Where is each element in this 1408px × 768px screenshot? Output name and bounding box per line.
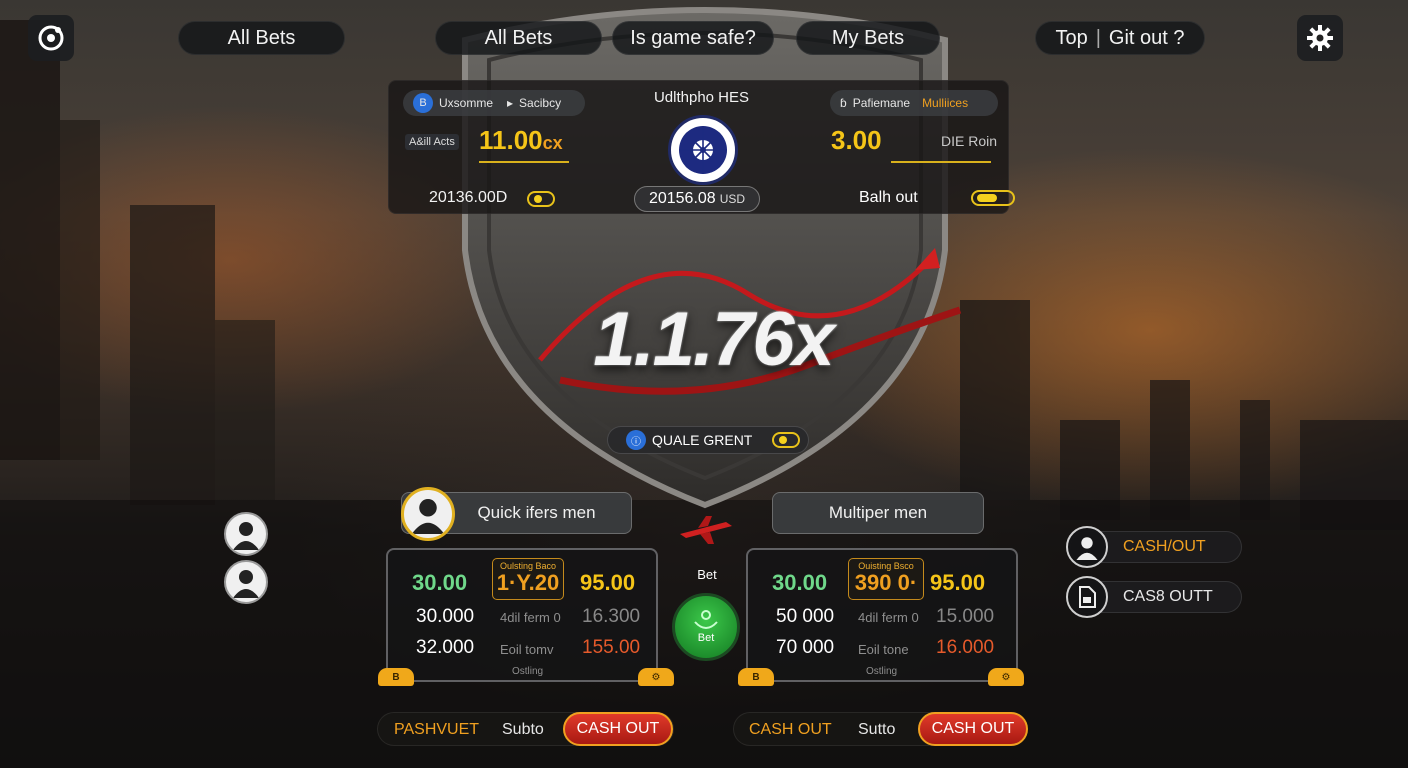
user-small-icon: ɓ [840, 96, 847, 110]
left-card-tag-value: 1·Y.20 [496, 570, 560, 595]
left-pill-b: Sacibcy [519, 96, 562, 110]
ashoka-chakra-icon [668, 115, 738, 185]
nav-all-bets-1[interactable]: All Bets [178, 21, 345, 55]
left-row1-b: 95.00 [580, 570, 636, 595]
coin-stack-icon: ⚙ [988, 668, 1024, 686]
nav-top-gitout[interactable]: Top | Git out ? [1035, 21, 1205, 55]
left-card-avatar [401, 487, 455, 541]
right-pill-b: Mulliices [922, 96, 969, 110]
right-pill-a: Pafiemane [852, 96, 911, 110]
right-row3-a: 70 000 [776, 637, 835, 658]
bet-button-label: Bet [697, 632, 715, 644]
left-row1-a: 30.00 [412, 570, 468, 595]
bottom-left-auto[interactable]: Subto [502, 721, 544, 739]
coin-stack-icon: ⚙ [638, 668, 674, 686]
current-multiplier: 1.1.76x [593, 297, 835, 382]
left-multiplier: 11.00cx [479, 125, 563, 156]
plane-icon [680, 516, 732, 544]
right-row3-b: 16.000 [936, 637, 995, 658]
left-row3-b: 155.00 [582, 637, 641, 658]
nav-is-game-safe[interactable]: Is game safe? [612, 21, 774, 55]
left-row2-b: 16.300 [582, 606, 641, 627]
right-row2-b: 15.000 [936, 606, 995, 627]
user-icon [1076, 537, 1098, 560]
left-bet-card: Oulsting Baco 1·Y.20 30.00 95.00 30.000 … [386, 548, 658, 682]
bottom-right-label: CASH OUT [749, 721, 832, 738]
app-logo-button[interactable] [28, 15, 74, 61]
target-icon [38, 25, 64, 51]
player-avatar-2[interactable] [224, 560, 268, 604]
quale-grent-label: QUALE GRENT [652, 432, 753, 448]
right-label: DIE Roin [941, 133, 998, 149]
player-avatar-1[interactable] [224, 512, 268, 556]
side-document-circle [1066, 576, 1108, 618]
right-card-header[interactable]: Multiper men [772, 492, 984, 534]
left-amount: 20136.00D [429, 189, 508, 206]
right-card-footer: Ostling [866, 666, 898, 677]
bet-label: Bet [697, 567, 717, 582]
left-row2-mid: 4dil ferm 0 [500, 610, 561, 625]
center-amount: 20156.08 [648, 190, 716, 207]
left-card-tag: Oulsting Baco 1·Y.20 [492, 558, 564, 600]
quale-grent-toggle[interactable] [772, 432, 801, 448]
right-toggle-label: Balh out [859, 189, 918, 206]
nav-top-label: Top [1055, 26, 1088, 49]
left-multiplier-value: 11.00 [479, 125, 543, 155]
right-row1-a: 30.00 [772, 570, 828, 595]
side-avatar [1066, 526, 1108, 568]
shield-small-icon: B [413, 93, 433, 113]
right-toggle[interactable] [971, 190, 1016, 206]
bottom-right-auto[interactable]: Sutto [858, 721, 895, 739]
coin-stack-icon: B [378, 668, 414, 686]
user-icon [233, 570, 259, 598]
right-row1-b: 95.00 [930, 570, 986, 595]
shield-small-icon: ⓘ [626, 430, 646, 450]
left-toggle[interactable] [527, 191, 555, 207]
center-title: Udlthpho HES [653, 89, 750, 106]
bottom-left-cash-out-button[interactable]: CASH OUT [563, 712, 673, 746]
nav-divider: | [1095, 26, 1101, 49]
center-currency: USD [719, 192, 746, 206]
right-row2-a: 50 000 [776, 606, 835, 627]
right-underline [891, 161, 991, 163]
left-label: A&ill Acts [405, 134, 459, 150]
center-balance: 20156.08 USD [634, 186, 760, 212]
right-value: 3.00 [831, 125, 882, 155]
right-card-tag: Ouisting Bsco 390 0· [848, 558, 924, 600]
gear-icon [1307, 25, 1333, 51]
nav-my-bets[interactable]: My Bets [796, 21, 940, 55]
left-pill-a: Uxsomme [439, 96, 494, 110]
user-icon [233, 522, 259, 550]
right-bet-card: Ouisting Bsco 390 0· 30.00 95.00 50 000 … [746, 548, 1018, 682]
joystick-icon [694, 610, 718, 629]
left-multiplier-suffix: cx [542, 133, 563, 153]
user-icon [411, 499, 445, 534]
nav-git-out-label: Git out ? [1108, 26, 1185, 49]
nav-all-bets-2[interactable]: All Bets [435, 21, 602, 55]
coin-stack-icon: B [738, 668, 774, 686]
bottom-left-label: PASHVUET [394, 721, 480, 738]
quale-grent-pill[interactable]: ⓘ QUALE GRENT [607, 426, 809, 454]
right-row2-mid: 4dil ferm 0 [858, 610, 919, 625]
left-row3-a: 32.000 [416, 637, 475, 658]
right-pill[interactable]: ɓ Pafiemane Mulliices [830, 90, 998, 116]
left-pill[interactable]: B Uxsomme ▸ Sacibcy [403, 90, 585, 116]
bottom-right-cash-out-button[interactable]: CASH OUT [918, 712, 1028, 746]
right-row3-mid: Eoil tone [858, 642, 909, 657]
left-card-footer: Ostling [512, 666, 544, 677]
right-card-tag-value: 390 0· [854, 570, 918, 595]
left-row3-mid: Eoil tomv [500, 642, 554, 657]
left-row2-a: 30.000 [416, 606, 475, 627]
document-icon [1079, 586, 1096, 608]
left-underline [479, 161, 569, 163]
stats-panel: B Uxsomme ▸ Sacibcy A&ill Acts 11.00cx 2… [388, 80, 1016, 214]
settings-button[interactable] [1297, 15, 1343, 61]
cursor-icon: ▸ [507, 96, 514, 110]
bet-button[interactable]: Bet [672, 593, 740, 661]
